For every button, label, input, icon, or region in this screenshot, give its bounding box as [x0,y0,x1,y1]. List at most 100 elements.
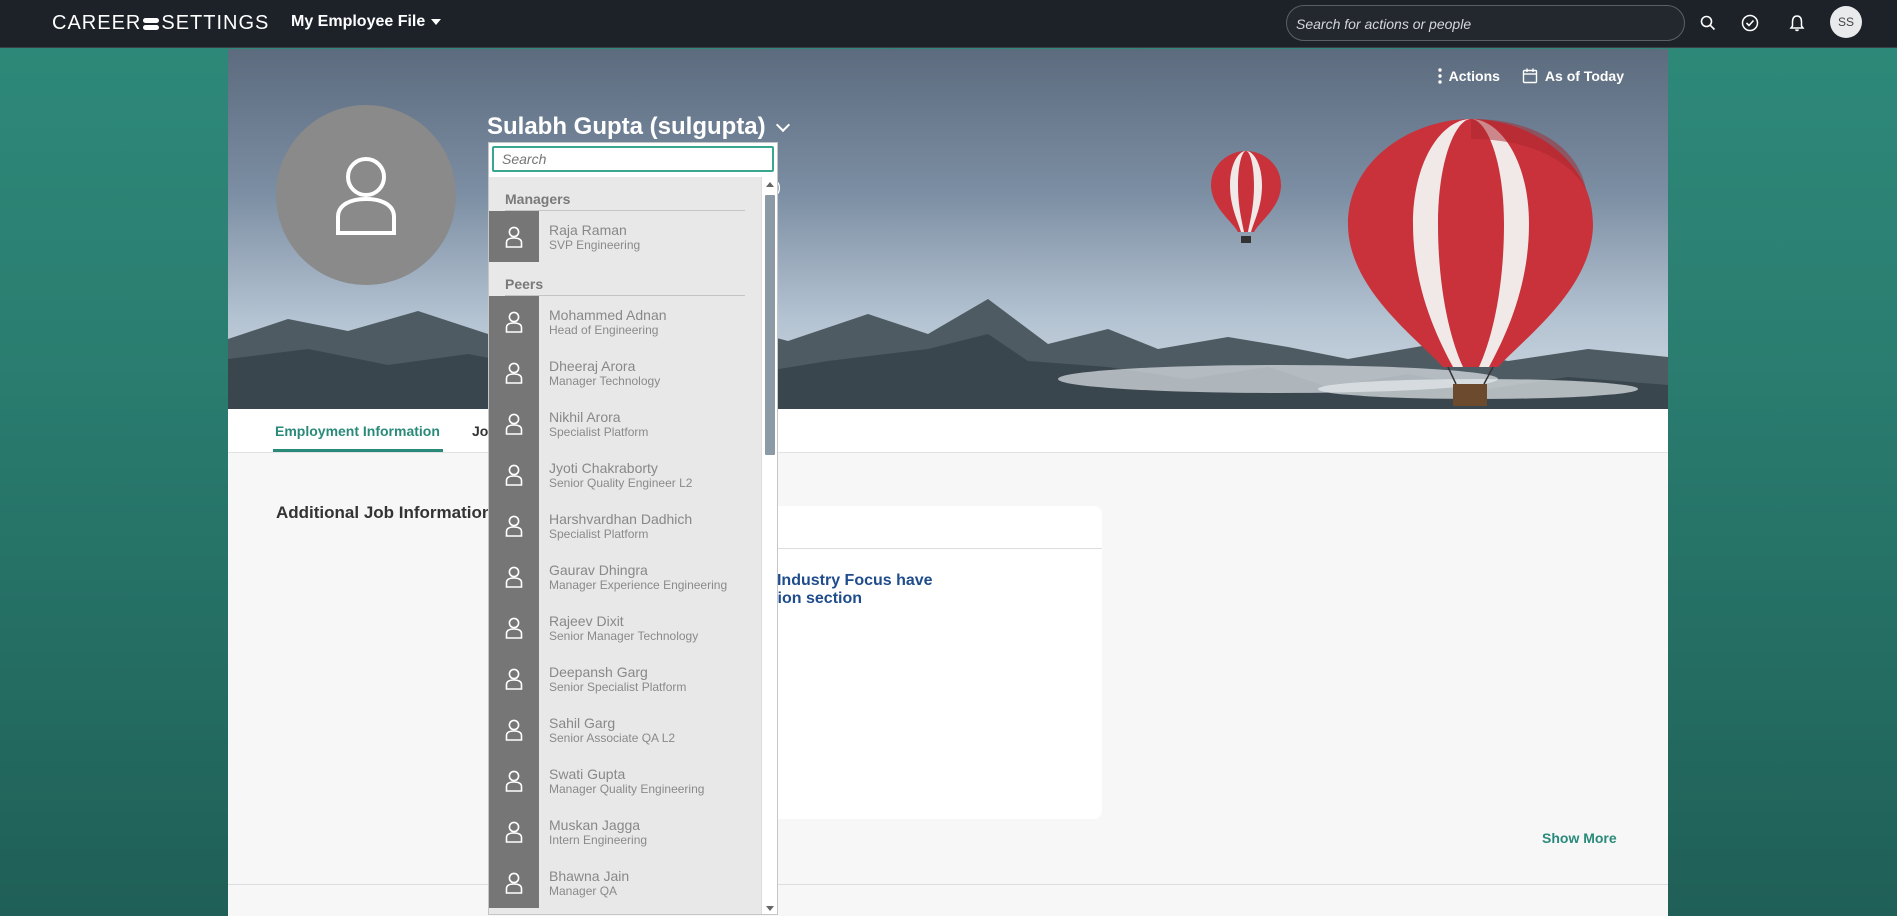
person-icon [505,464,523,486]
dropdown-scrollbar[interactable] [761,177,777,914]
person-name: Dheeraj Arora [549,357,636,374]
list-item[interactable]: Deepansh Garg Senior Specialist Platform [489,653,761,704]
person-icon [505,413,523,435]
global-search-input[interactable]: Search for actions or people [1286,5,1685,41]
list-item[interactable]: Dheeraj Arora Manager Technology [489,347,761,398]
person-icon [505,719,523,741]
actions-menu-button[interactable]: Actions [1437,68,1500,84]
person-name: Muskan Jagga [549,816,641,833]
person-icon [505,821,523,843]
person-name: Harshvardhan Dadhich [549,510,693,527]
list-item[interactable]: Nikhil Arora Specialist Platform [489,398,761,449]
module-switcher[interactable]: My Employee File [291,13,442,31]
scroll-down-arrow-icon[interactable] [766,906,774,911]
avatar [489,806,539,857]
list-item[interactable]: Gaurav Dhingra Manager Experience Enginee… [489,551,761,602]
person-title: Manager Experience Engineering [549,577,728,592]
person-name: Gaurav Dhingra [549,561,648,578]
person-name: Bhawna Jain [549,867,630,884]
employee-switcher-dropdown: Managers Raja RamanSVP Engineering Peers… [488,142,778,915]
avatar [489,449,539,500]
module-label: My Employee File [291,13,426,30]
person-icon [505,617,523,639]
person-title: Manager Quality Engineering [549,781,705,796]
tab-employment-information[interactable]: Employment Information [275,423,440,439]
list-item[interactable]: Jyoti Chakraborty Senior Quality Engineer… [489,449,761,500]
person-title: Senior Associate QA L2 [549,730,676,745]
user-avatar[interactable]: SS [1830,6,1862,38]
avatar [489,551,539,602]
person-title: Specialist Platform [549,526,649,541]
notification-bell-icon[interactable] [1786,12,1808,34]
as-of-date-button[interactable]: As of Today [1522,68,1624,84]
person-name: Nikhil Arora [549,408,621,425]
list-item[interactable]: Bhawna Jain Manager QA [489,857,761,908]
avatar [489,653,539,704]
profile-header-banner: Actions As of Today Sulabh Gupta (sulgup… [228,49,1668,409]
person-title: Senior Specialist Platform [549,679,687,694]
person-title: Head of Engineering [549,322,659,337]
person-title: Specialist Platform [549,424,649,439]
todo-check-icon[interactable] [1739,12,1761,34]
employee-name: Sulabh Gupta (sulgupta) [487,113,766,140]
person-icon [505,566,523,588]
chevron-down-icon [775,117,790,133]
person-icon [505,872,523,894]
divider [228,884,1668,885]
person-icon [505,668,523,690]
list-item[interactable]: Muskan Jagga Intern Engineering [489,806,761,857]
avatar [489,704,539,755]
logo-mark-icon [143,17,160,30]
employee-list: Managers Raja Raman SVP Engineering Peers… [489,177,761,908]
section-tabs: Employment Information Jo [228,409,1668,453]
person-icon [505,770,523,792]
list-item[interactable]: Harshvardhan Dadhich Specialist Platform [489,500,761,551]
list-item[interactable]: Swati Gupta Manager Quality Engineering [489,755,761,806]
show-more-link[interactable]: Show More [1542,830,1617,846]
person-name: Raja Raman [549,221,627,238]
dropdown-search-input[interactable] [492,146,774,172]
dropdown-search-wrapper [489,143,777,177]
list-item[interactable]: Raja Raman SVP Engineering [489,211,761,262]
person-title: SVP Engineering [549,237,641,252]
person-placeholder-icon [336,157,396,235]
person-name: Rajeev Dixit [549,612,624,629]
list-item[interactable]: Rajeev Dixit Senior Manager Technology [489,602,761,653]
logo-text-left: CAREER [52,12,142,34]
person-icon [505,311,523,333]
actions-label: Actions [1448,68,1500,84]
group-label-peers: Peers [505,276,745,296]
header-actions: Actions As of Today [1437,68,1624,84]
person-title: Intern Engineering [549,832,648,847]
caret-down-icon [431,19,442,25]
person-name: Jyoti Chakraborty [549,459,658,476]
profile-photo[interactable] [276,105,456,285]
scrollbar-thumb[interactable] [765,195,775,455]
list-item[interactable]: Sahil Garg Senior Associate QA L2 [489,704,761,755]
person-name: Sahil Garg [549,714,616,731]
section-title: Additional Job Information [276,503,493,522]
as-of-label: As of Today [1544,68,1624,84]
employee-name-switcher[interactable]: Sulabh Gupta (sulgupta) [487,113,790,141]
employee-file-page: Actions As of Today Sulabh Gupta (sulgup… [228,49,1668,916]
avatar [489,500,539,551]
avatar [489,211,539,262]
person-title: Senior Quality Engineer L2 [549,475,693,490]
search-icon[interactable] [1697,12,1719,34]
avatar [489,296,539,347]
scroll-up-arrow-icon[interactable] [766,182,774,187]
person-name: Deepansh Garg [549,663,648,680]
tab-job[interactable]: Jo [472,423,488,439]
list-item[interactable]: Mohammed Adnan Head of Engineering [489,296,761,347]
company-logo[interactable]: CAREER SETTINGS [52,12,269,35]
avatar [489,602,539,653]
person-icon [505,515,523,537]
peer-list: Mohammed Adnan Head of Engineering Dheeraj… [489,296,761,908]
group-label-managers: Managers [505,191,745,211]
person-name: Swati Gupta [549,765,626,782]
avatar [489,347,539,398]
person-title: Senior Manager Technology [549,628,699,643]
logo-text-right: SETTINGS [161,12,270,34]
active-tab-indicator [273,449,443,452]
top-navigation-bar: CAREER SETTINGS My Employee File Search … [0,0,1897,48]
